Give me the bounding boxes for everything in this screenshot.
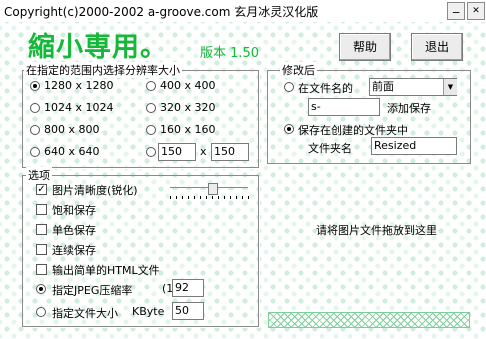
label-800: 800 x 800: [44, 123, 100, 136]
version-label: 版本 1.50: [200, 46, 260, 61]
continuous-checkbox[interactable]: [36, 244, 47, 255]
radio-160[interactable]: [146, 125, 156, 135]
radio-1280[interactable]: [30, 81, 40, 91]
label-320: 320 x 320: [160, 101, 216, 114]
slider-ticks: [170, 196, 250, 199]
html-output-label: 输出简单的HTML文件: [52, 264, 160, 277]
jpeg-quality-input[interactable]: 92: [172, 279, 204, 297]
app-logo: 縮小専用。: [28, 32, 168, 63]
sharpen-checkbox[interactable]: ✓: [36, 184, 47, 195]
filesize-unit: KByte: [132, 305, 165, 318]
folder-name-label: 文件夹名: [308, 142, 352, 155]
saturation-checkbox[interactable]: [36, 204, 47, 215]
add-save-label: 添加保存: [387, 102, 431, 115]
radio-rename[interactable]: [284, 82, 294, 92]
chevron-down-icon[interactable]: ▼: [443, 79, 457, 95]
radio-800[interactable]: [30, 125, 40, 135]
html-output-checkbox[interactable]: [36, 264, 47, 275]
saturation-label: 饱和保存: [52, 204, 96, 217]
rename-label: 在文件名的: [298, 82, 353, 95]
label-160: 160 x 160: [160, 123, 216, 136]
radio-custom[interactable]: [146, 147, 156, 157]
radio-1024[interactable]: [30, 103, 40, 113]
title-bar: Copyright(c)2000-2002 a-groove.com 玄月冰灵汉…: [0, 0, 486, 22]
radio-640[interactable]: [30, 147, 40, 157]
custom-width-input[interactable]: 150: [158, 143, 196, 161]
filesize-label: 指定文件大小: [52, 307, 118, 320]
mono-checkbox[interactable]: [36, 224, 47, 235]
radio-jpeg-quality[interactable]: [36, 284, 46, 294]
continuous-label: 连续保存: [52, 244, 96, 257]
suffix-input[interactable]: s-: [308, 98, 380, 116]
jpeg-quality-label: 指定JPEG压缩率: [52, 284, 133, 297]
folder-name-input[interactable]: Resized: [371, 137, 457, 155]
options-legend: 选项: [26, 167, 52, 183]
help-button[interactable]: 帮助: [339, 33, 391, 61]
radio-320[interactable]: [146, 103, 156, 113]
drop-zone-strip[interactable]: [268, 312, 470, 328]
label-400: 400 x 400: [160, 79, 216, 92]
position-select-value: 前面: [372, 80, 394, 93]
folder-option-label: 保存在创建的文件夹中: [298, 124, 408, 137]
sharpen-slider[interactable]: [170, 183, 250, 201]
filesize-input[interactable]: 50: [172, 302, 204, 320]
label-1280: 1280 x 1280: [44, 79, 114, 92]
radio-folder[interactable]: [284, 124, 294, 134]
resolution-legend: 在指定的范围内选择分辨率大小: [24, 62, 182, 78]
close-icon[interactable]: ✕: [467, 2, 485, 20]
radio-400[interactable]: [146, 81, 156, 91]
slider-thumb[interactable]: [208, 183, 218, 195]
exit-button[interactable]: 退出: [411, 33, 463, 61]
app-window: Copyright(c)2000-2002 a-groove.com 玄月冰灵汉…: [0, 0, 486, 339]
radio-filesize[interactable]: [36, 307, 46, 317]
modify-legend: 修改后: [280, 62, 317, 78]
label-640: 640 x 640: [44, 145, 100, 158]
custom-height-input[interactable]: 150: [211, 143, 249, 161]
label-1024: 1024 x 1024: [44, 101, 114, 114]
minimize-icon[interactable]: ⚊: [447, 2, 465, 20]
sharpen-label: 图片清晰度(锐化): [52, 184, 138, 197]
drop-hint: 请将图片文件拖放到这里: [316, 224, 437, 237]
window-title: Copyright(c)2000-2002 a-groove.com 玄月冰灵汉…: [4, 5, 319, 19]
mono-label: 单色保存: [52, 224, 96, 237]
custom-size-separator: x: [200, 145, 207, 158]
